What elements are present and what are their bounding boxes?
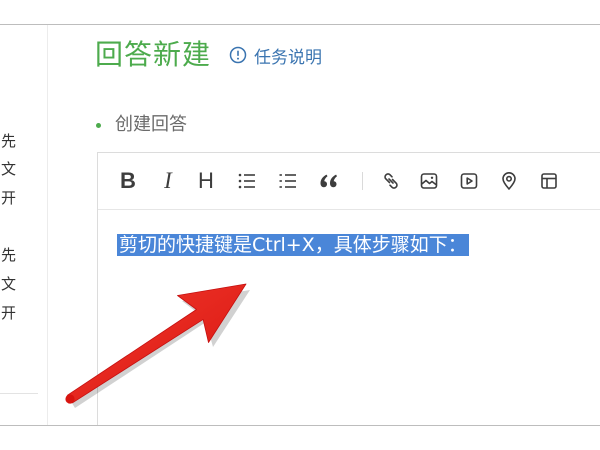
image-icon bbox=[420, 173, 438, 189]
italic-icon: I bbox=[164, 168, 172, 193]
page-title: 回答新建 bbox=[95, 38, 212, 71]
left-panel-text: 开 bbox=[1, 304, 17, 322]
section-bullet bbox=[96, 123, 101, 128]
left-panel-text: 文 bbox=[1, 275, 17, 293]
task-description-label: 任务说明 bbox=[254, 47, 322, 68]
bottom-border bbox=[0, 425, 600, 426]
left-panel-text: 开 bbox=[1, 189, 17, 207]
italic-button[interactable]: I bbox=[154, 167, 182, 195]
quote-button[interactable] bbox=[315, 167, 343, 195]
quote-icon bbox=[320, 174, 337, 188]
bold-icon: B bbox=[120, 168, 136, 193]
video-button[interactable] bbox=[455, 167, 483, 195]
ordered-list-icon bbox=[279, 174, 296, 188]
left-panel-text: 文 bbox=[1, 160, 17, 178]
location-button[interactable] bbox=[495, 167, 523, 195]
layout-icon bbox=[541, 173, 557, 189]
unordered-list-icon bbox=[238, 173, 255, 189]
location-pin-icon bbox=[502, 172, 516, 190]
left-panel-text: 先 bbox=[1, 246, 17, 264]
editor-content-area[interactable]: 剪切的快捷键是Ctrl+X，具体步骤如下： bbox=[117, 232, 587, 259]
image-button[interactable] bbox=[415, 167, 443, 195]
section-label: 创建回答 bbox=[115, 114, 187, 135]
unordered-list-button[interactable] bbox=[233, 167, 261, 195]
info-circle-icon bbox=[229, 46, 247, 64]
left-panel: 先 文 开 先 文 开 bbox=[0, 25, 48, 425]
link-button[interactable] bbox=[377, 167, 405, 195]
heading-button[interactable]: H bbox=[192, 167, 220, 195]
bold-button[interactable]: B bbox=[114, 167, 142, 195]
selected-text[interactable]: 剪切的快捷键是Ctrl+X，具体步骤如下： bbox=[117, 234, 469, 256]
top-border bbox=[0, 24, 600, 25]
left-panel-text: 先 bbox=[1, 132, 17, 150]
ordered-list-button[interactable] bbox=[274, 167, 302, 195]
video-icon bbox=[460, 173, 478, 189]
rich-text-editor[interactable]: B I H 剪切的快捷键是Ctrl+X，具体步骤如下： bbox=[97, 152, 600, 425]
toolbar-separator bbox=[362, 172, 363, 190]
task-description-link[interactable]: 任务说明 bbox=[229, 43, 322, 68]
editor-toolbar: B I H bbox=[98, 153, 600, 210]
template-button[interactable] bbox=[535, 167, 563, 195]
heading-icon: H bbox=[198, 168, 214, 193]
left-panel-divider bbox=[0, 393, 38, 394]
link-icon bbox=[384, 173, 398, 189]
